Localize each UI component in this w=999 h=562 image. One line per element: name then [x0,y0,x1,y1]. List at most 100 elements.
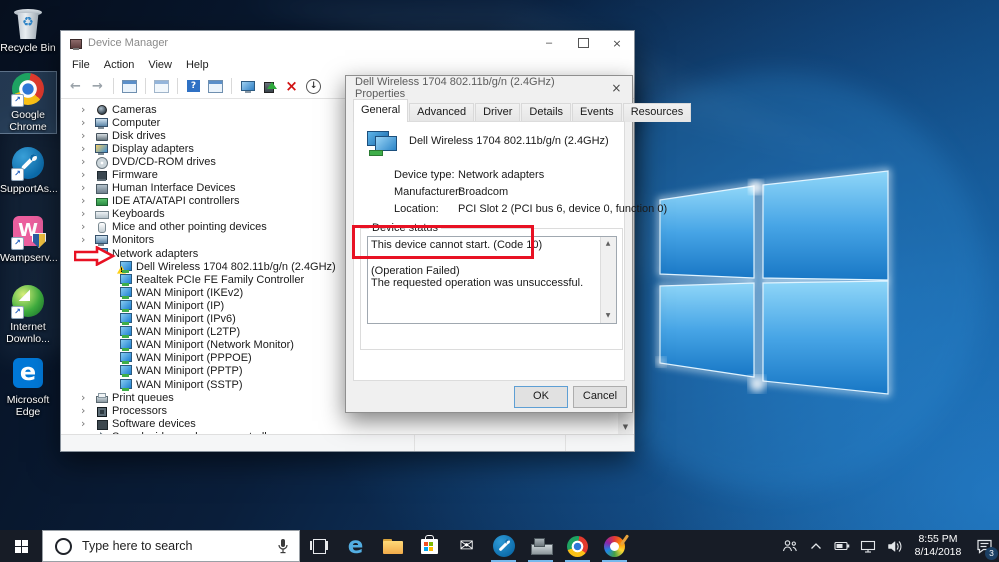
chevron-right-icon[interactable]: › [81,391,95,404]
tab-advanced[interactable]: Advanced [409,103,475,122]
camera-icon [95,104,108,116]
taskbar-chrome[interactable] [559,530,596,562]
system-tray: 8:55 PM 8/14/2018 3 [777,530,999,562]
chevron-right-icon[interactable]: › [81,208,95,220]
field-value: PCI Slot 2 (PCI bus 6, device 0, functio… [458,203,668,215]
dialog-title: Dell Wireless 1704 802.11b/g/n (2.4GHz) … [355,76,555,100]
shortcut-arrow-icon: ↗ [11,306,24,319]
dialog-close-icon[interactable]: × [601,76,632,100]
volume-icon[interactable] [881,530,907,562]
status-scrollbar[interactable]: ▲ ▼ [600,237,616,323]
export-icon[interactable] [153,78,170,95]
network-adapter-icon [119,273,132,286]
taskbar-file-explorer[interactable] [374,530,411,562]
window-title: Device Manager [88,37,169,49]
taskbar-paint3d[interactable] [596,530,633,562]
desktop-icon-wampserver[interactable]: W ↗ Wampserv... [0,214,58,264]
desktop-icon-microsoft-edge[interactable]: e Microsoft Edge [0,356,56,418]
chevron-right-icon[interactable]: › [81,195,95,207]
action-center-button[interactable]: 3 [969,530,999,562]
network-adapter-large-icon [367,131,401,157]
tab-general[interactable]: General [353,99,409,122]
chevron-right-icon[interactable]: › [81,182,95,194]
chevron-right-icon[interactable]: › [81,103,95,116]
red-arrow-annotation [74,246,116,266]
firmware-icon [95,169,108,181]
taskbar: Type here to search e ✉ 8:55 PM 8/14/201… [0,530,999,562]
tab-resources[interactable]: Resources [622,103,692,122]
task-view-button[interactable] [300,530,337,562]
update-driver-icon[interactable] [261,78,278,95]
desktop-icon-google-chrome[interactable]: ↗ Google Chrome [0,71,57,134]
properties-icon[interactable] [207,78,224,95]
uninstall-device-icon[interactable]: × [283,78,300,95]
forward-icon[interactable]: → [89,78,106,95]
idm-icon: ↗ [11,285,45,319]
start-button[interactable] [0,530,42,562]
wampserver-icon: W ↗ [11,216,46,250]
people-icon[interactable] [777,530,803,562]
menu-file[interactable]: File [65,57,97,73]
field-value: Network adapters [458,169,545,181]
supportassist-icon [492,535,515,557]
menu-action[interactable]: Action [97,57,142,73]
taskbar-edge[interactable]: e [337,530,374,562]
processor-icon [95,405,108,417]
chevron-right-icon[interactable]: › [81,221,95,233]
help-icon[interactable]: ? [185,78,202,95]
back-icon[interactable]: ← [67,78,84,95]
tab-driver[interactable]: Driver [475,103,521,122]
chevron-right-icon[interactable]: › [81,169,95,181]
chevron-right-icon[interactable]: › [81,142,95,155]
chevron-right-icon[interactable]: › [81,417,95,430]
shortcut-arrow-icon: ↗ [11,237,24,250]
disable-device-icon[interactable]: ↓ [305,78,322,95]
chevron-right-icon[interactable]: › [81,155,95,168]
ok-button[interactable]: OK [514,386,568,408]
tab-details[interactable]: Details [521,103,572,122]
chevron-right-icon[interactable]: › [81,129,95,142]
printer-icon [95,392,108,404]
title-bar[interactable]: Device Manager – × [61,31,634,55]
chevron-right-icon[interactable]: › [81,116,95,129]
chevron-right-icon[interactable]: › [81,404,95,417]
cancel-button[interactable]: Cancel [573,386,627,408]
desktop-icon-label: Recycle Bin [0,42,56,54]
device-manager-icon [530,537,553,555]
desktop-icon-recycle-bin[interactable]: ♻ Recycle Bin [0,6,56,54]
network-icon[interactable] [855,530,881,562]
menu-help[interactable]: Help [179,57,216,73]
red-highlight-annotation [352,225,534,259]
dialog-title-bar[interactable]: Dell Wireless 1704 802.11b/g/n (2.4GHz) … [346,76,632,100]
battery-icon[interactable] [829,530,855,562]
taskbar-store[interactable] [411,530,448,562]
console-window-icon[interactable] [121,78,138,95]
desktop-icon-label: Microsoft Edge [6,394,50,418]
search-input[interactable]: Type here to search [42,530,300,562]
minimize-button[interactable]: – [532,31,566,55]
maximize-button[interactable] [566,31,600,55]
tray-chevron-up-icon[interactable] [803,530,829,562]
clock[interactable]: 8:55 PM 8/14/2018 [907,533,969,559]
folder-icon [382,538,403,554]
chevron-right-icon[interactable]: › [81,234,95,246]
desktop-icon-supportassist[interactable]: ↗ SupportAs... [0,146,58,195]
taskbar-device-manager[interactable] [522,530,559,562]
edge-icon: e [347,532,364,559]
desktop-icon-internet-download-manager[interactable]: ↗ Internet Downlo... [0,284,56,345]
scan-hardware-icon[interactable] [239,78,256,95]
tab-events[interactable]: Events [572,103,622,122]
scroll-down-icon[interactable]: ▼ [618,420,633,435]
menu-view[interactable]: View [141,57,179,73]
close-button[interactable]: × [600,31,634,55]
taskbar-supportassist[interactable] [485,530,522,562]
scroll-up-icon[interactable]: ▲ [601,237,615,251]
status-line: The requested operation was unsuccessful… [371,277,584,290]
scroll-down-icon[interactable]: ▼ [601,309,615,323]
tree-item[interactable]: › Software devices [62,417,633,430]
microphone-icon[interactable] [277,538,289,555]
ide-controller-icon [95,195,108,207]
hid-icon [95,182,108,195]
taskbar-mail[interactable]: ✉ [448,530,485,562]
device-manager-app-icon [69,37,82,50]
